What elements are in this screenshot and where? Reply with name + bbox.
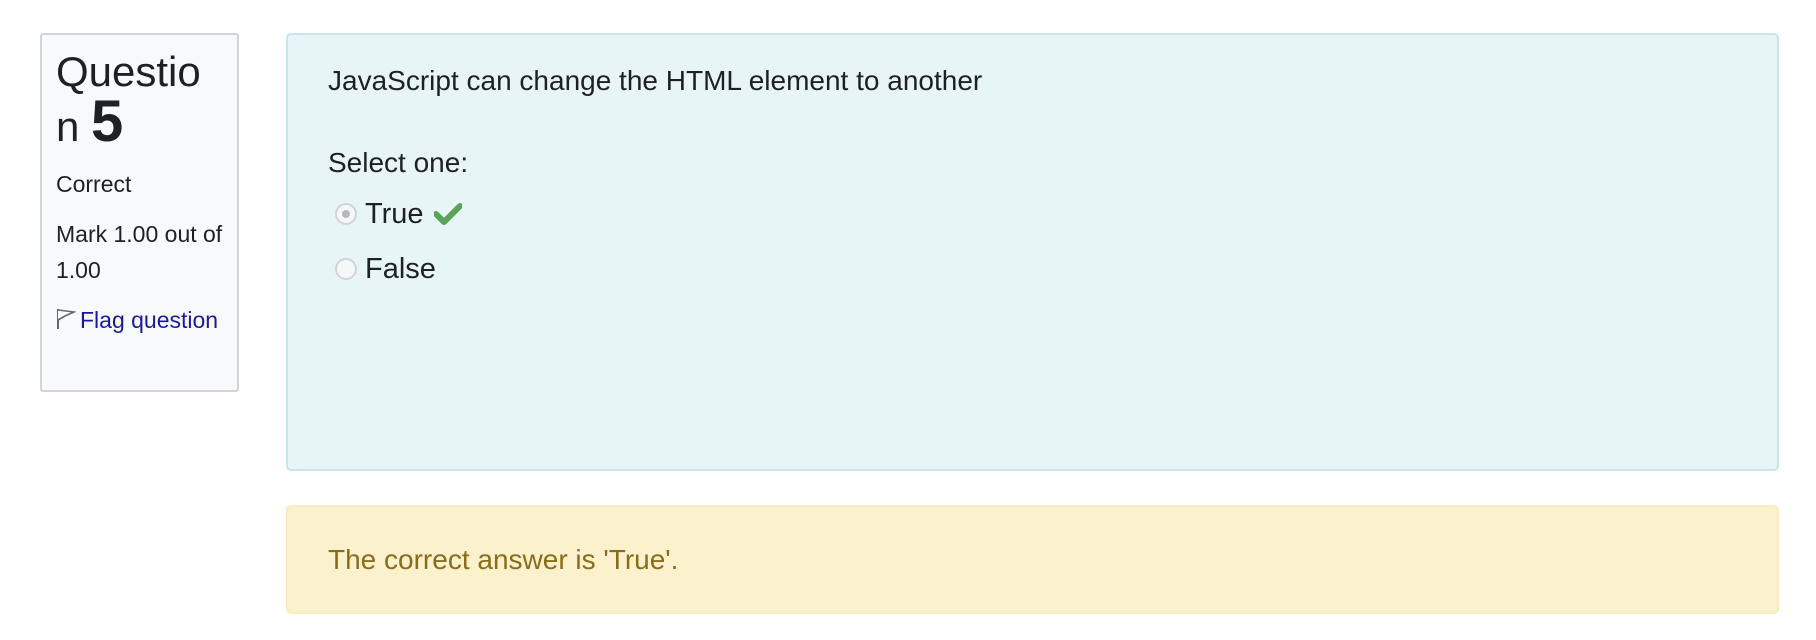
flag-question-label: Flag question: [80, 307, 219, 333]
question-info-panel: Question 5 Correct Mark 1.00 out of 1.00…: [40, 33, 239, 392]
question-state: Correct: [56, 171, 132, 197]
question-number: 5: [91, 89, 124, 154]
answer-label-false: False: [365, 252, 436, 285]
answer-option-true[interactable]: True: [328, 189, 1737, 239]
right-answer-text: The correct answer is 'True'.: [328, 543, 679, 575]
answer-options: True False: [328, 189, 1737, 299]
question-title: Question 5: [56, 47, 223, 152]
radio-true[interactable]: [335, 203, 357, 225]
answer-option-false[interactable]: False: [328, 239, 1737, 299]
select-prompt: Select one:: [328, 147, 469, 178]
radio-false[interactable]: [335, 258, 357, 280]
answer-label-true: True: [365, 197, 424, 230]
feedback-box: The correct answer is 'True'.: [286, 505, 1779, 614]
flag-question-link[interactable]: Flag question: [56, 302, 223, 338]
question-formulation: JavaScript can change the HTML element t…: [286, 33, 1779, 471]
question-text: JavaScript can change the HTML element t…: [328, 65, 983, 96]
check-icon: [433, 203, 462, 225]
flag-icon: [57, 309, 77, 329]
question-title-word: Question: [56, 48, 201, 150]
question-grade: Mark 1.00 out of 1.00: [56, 221, 223, 283]
